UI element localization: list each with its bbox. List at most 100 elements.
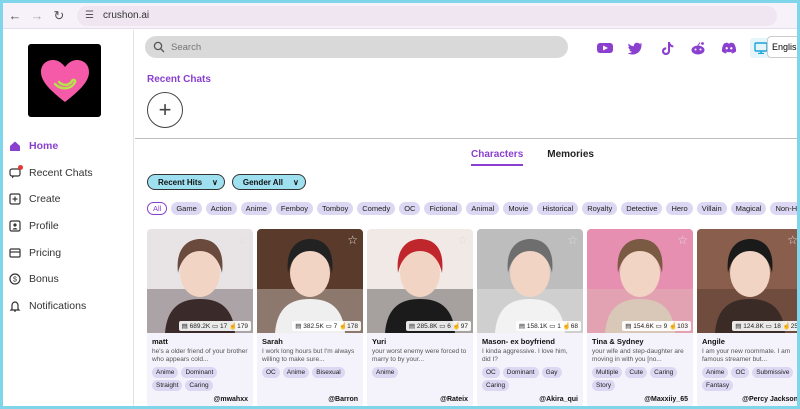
like-count: 178 — [347, 323, 358, 330]
search-bar[interactable] — [145, 36, 568, 58]
character-card[interactable]: ☆ ▤ 154.6K ▭ 9 ☝103 Tina & Sydney your wife… — [587, 229, 693, 406]
character-tag[interactable]: Story — [592, 380, 616, 391]
chat-count-icon: ▤ — [408, 323, 417, 330]
favorite-star-icon[interactable]: ☆ — [787, 233, 797, 247]
author-handle[interactable]: @Rateix — [440, 396, 468, 403]
tag-chip[interactable]: Tomboy — [317, 202, 354, 215]
tag-chip[interactable]: Villain — [696, 202, 727, 215]
filter-dropdown[interactable]: Gender All ∨ — [231, 174, 306, 190]
add-chat-button[interactable]: + — [147, 92, 183, 128]
reddit-icon[interactable] — [688, 39, 708, 57]
favorite-star-icon[interactable]: ☆ — [677, 233, 688, 247]
thumbs-up-icon: ☝ — [667, 323, 678, 330]
filter-dropdown[interactable]: Recent Hits ∨ — [147, 174, 225, 190]
favorite-star-icon[interactable]: ☆ — [457, 233, 468, 247]
tag-chip[interactable]: Hero — [666, 202, 693, 215]
tab-characters[interactable]: Characters — [471, 149, 524, 166]
sidebar-item-bonus[interactable]: $ Bonus — [3, 266, 134, 293]
reload-icon[interactable]: ↻ — [49, 6, 69, 26]
tag-chip[interactable]: Magical — [730, 202, 767, 215]
character-tags: OC Anime Bisexual — [257, 364, 363, 380]
sidebar-item-notifications[interactable]: Notifications — [3, 293, 134, 320]
favorite-star-icon[interactable]: ☆ — [237, 233, 248, 247]
character-image[interactable]: ☆ ▤ 285.8K ▭ 6 ☝97 — [367, 229, 473, 333]
message-icon: ▭ — [323, 323, 334, 330]
character-tag[interactable]: OC — [482, 367, 500, 378]
forward-icon[interactable]: → — [27, 6, 47, 26]
favorite-star-icon[interactable]: ☆ — [567, 233, 578, 247]
character-tag[interactable]: Anime — [372, 367, 399, 378]
character-tag[interactable]: Dominant — [181, 367, 218, 378]
tag-chip[interactable]: Game — [171, 202, 202, 215]
tag-chip[interactable]: All — [147, 202, 168, 215]
tag-chip[interactable]: Royalty — [582, 202, 618, 215]
character-card[interactable]: ☆ ▤ 285.8K ▭ 6 ☝97 Yuri your worst enemy we… — [367, 229, 473, 406]
character-tag[interactable]: Anime — [152, 367, 179, 378]
character-description: I am your new roommate. I am famous stre… — [702, 348, 791, 363]
character-tags: Multiple Cute Caring Story — [587, 364, 693, 393]
tag-chip[interactable]: Non-Human — [770, 202, 797, 215]
tag-chip[interactable]: Detective — [621, 202, 663, 215]
tag-chip[interactable]: Movie — [503, 202, 534, 215]
thumbs-up-icon: ☝ — [450, 323, 461, 330]
twitter-icon[interactable] — [626, 39, 646, 57]
character-card[interactable]: ☆ ▤ 124.8K ▭ 18 ☝25 Angile I am your new ro… — [697, 229, 797, 406]
tag-chip[interactable]: Comedy — [357, 202, 396, 215]
sidebar-item-pricing[interactable]: Pricing — [3, 239, 134, 266]
tag-chip[interactable]: Fictional — [424, 202, 463, 215]
tag-chip[interactable]: Animal — [466, 202, 500, 215]
character-tag[interactable]: Fantasy — [702, 380, 734, 391]
character-tag[interactable]: Caring — [185, 380, 213, 391]
character-card[interactable]: ☆ ▤ 382.5K ▭ 7 ☝178 Sarah I work long hours… — [257, 229, 363, 406]
chat-count-icon: ▤ — [181, 323, 190, 330]
tag-chip[interactable]: Historical — [537, 202, 579, 215]
tab-memories[interactable]: Memories — [547, 149, 594, 166]
author-handle[interactable]: @Percy Jackson — [742, 396, 797, 403]
crushon-logo[interactable] — [28, 44, 101, 117]
character-tag[interactable]: Bisexual — [312, 367, 345, 378]
tiktok-icon[interactable] — [657, 39, 677, 57]
character-image[interactable]: ☆ ▤ 382.5K ▭ 7 ☝178 — [257, 229, 363, 333]
character-card[interactable]: ☆ ▤ 689.2K ▭ 17 ☝179 matt he's a older frie… — [147, 229, 253, 406]
author-handle[interactable]: @mwahxx — [214, 396, 248, 403]
address-bar[interactable]: ☰ crushon.ai — [77, 5, 777, 26]
character-tag[interactable]: Straight — [152, 380, 183, 391]
character-tag[interactable]: Dominant — [502, 367, 539, 378]
language-select[interactable]: English — [767, 36, 797, 58]
character-tag[interactable]: Caring — [650, 367, 678, 378]
youtube-icon[interactable] — [595, 39, 615, 57]
character-tag[interactable]: Gay — [541, 367, 562, 378]
discord-icon[interactable] — [719, 39, 739, 57]
tag-chip[interactable]: Femboy — [275, 202, 313, 215]
sidebar-item-create[interactable]: Create — [3, 186, 134, 213]
character-tag[interactable]: Multiple — [592, 367, 623, 378]
favorite-star-icon[interactable]: ☆ — [347, 233, 358, 247]
site-settings-icon[interactable]: ☰ — [85, 10, 97, 22]
author-handle[interactable]: @Maxxiiy_65 — [644, 396, 688, 403]
character-image[interactable]: ☆ ▤ 158.1K ▭ 1 ☝68 — [477, 229, 583, 333]
back-icon[interactable]: ← — [5, 6, 25, 26]
search-input[interactable] — [171, 41, 551, 53]
sidebar-item-home[interactable]: Home — [3, 133, 134, 160]
character-tag[interactable]: Anime — [282, 367, 310, 378]
sidebar-item-recent-chats[interactable]: Recent Chats — [3, 160, 134, 187]
tag-bar: All Game Action Anime Femboy Tomboy Comedy OC Fi… — [147, 202, 797, 215]
tag-chip[interactable]: Action — [205, 202, 237, 215]
character-image[interactable]: ☆ ▤ 154.6K ▭ 9 ☝103 — [587, 229, 693, 333]
sidebar-item-profile[interactable]: Profile — [3, 213, 134, 240]
character-tag[interactable]: Caring — [482, 380, 510, 391]
character-image[interactable]: ☆ ▤ 689.2K ▭ 17 ☝179 — [147, 229, 253, 333]
character-tag[interactable]: OC — [731, 367, 750, 378]
character-image[interactable]: ☆ ▤ 124.8K ▭ 18 ☝25 — [697, 229, 797, 333]
card-stats: ▤ 689.2K ▭ 17 ☝179 — [178, 321, 251, 331]
character-tag[interactable]: Submissive — [752, 367, 794, 378]
character-card[interactable]: ☆ ▤ 158.1K ▭ 1 ☝68 Mason- ex boyfriend I ki… — [477, 229, 583, 406]
chevron-down-icon: ∨ — [293, 177, 299, 187]
character-tag[interactable]: Cute — [625, 367, 648, 378]
author-handle[interactable]: @Akira_qui — [539, 396, 578, 403]
character-tag[interactable]: OC — [262, 367, 280, 378]
tag-chip[interactable]: Anime — [240, 202, 272, 215]
tag-chip[interactable]: OC — [399, 202, 421, 215]
character-tag[interactable]: Anime — [702, 367, 729, 378]
author-handle[interactable]: @Barron — [328, 396, 358, 403]
